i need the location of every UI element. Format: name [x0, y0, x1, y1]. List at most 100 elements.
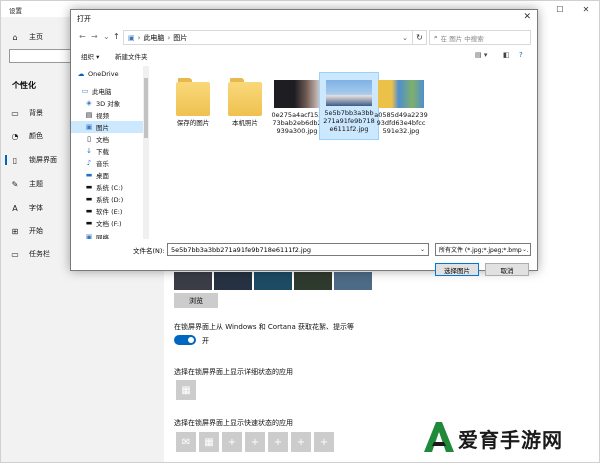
back-icon[interactable]: ← — [79, 32, 86, 41]
section-heading: 个性化 — [12, 81, 36, 90]
recent-locations-icon[interactable]: ⌄ — [103, 32, 110, 41]
file-name: 0e275a4acf152 73bab2eb6db2 939a300.jpg — [271, 111, 323, 135]
nav-item-desktop[interactable]: ▬ 桌面 — [85, 169, 109, 181]
calendar-icon[interactable]: ▦ — [176, 380, 196, 400]
organize-menu[interactable]: 组织 ▾ — [81, 51, 99, 61]
maximize-button[interactable]: ☐ — [547, 1, 573, 17]
image-file-item[interactable]: a0585d49a2239 93dfd63e4bfcc 591e32.jpg — [371, 80, 431, 135]
nav-item-music[interactable]: ♪ 音乐 — [85, 157, 109, 169]
nav-item-network[interactable]: ▣ 网络 — [85, 231, 109, 239]
nav-item-label: 文档 (F:) — [96, 220, 122, 228]
folder-item[interactable]: 保存的图片 — [163, 74, 223, 127]
scrollbar-thumb[interactable] — [144, 78, 148, 138]
search-icon: ⌕ — [434, 33, 438, 41]
start-icon: ⊞ — [11, 226, 19, 236]
nav-item-label: OneDrive — [88, 70, 119, 78]
calendar-icon[interactable]: ▦ — [199, 432, 219, 452]
file-list: 保存的图片 本机照片 0e275a4acf152 73bab2eb6db2 93… — [153, 66, 537, 239]
search-input[interactable]: ⌕ 在 图片 中搜索 — [429, 30, 531, 45]
background-thumb[interactable] — [334, 272, 372, 290]
file-name: 保存的图片 — [176, 119, 210, 127]
sidebar-item-label: 背景 — [29, 109, 43, 117]
nav-item-drive-d[interactable]: ▬ 系统 (D:) — [85, 193, 124, 205]
folder-icon — [176, 78, 210, 116]
cortana-tips-toggle[interactable] — [174, 335, 196, 345]
filename-value: 5e5b7bb3a3bb271a91fe9b718e6111f2.jpg — [171, 245, 311, 254]
browse-button[interactable]: 浏览 — [174, 293, 218, 308]
lock-screen-icon: ▯ — [12, 155, 18, 165]
nav-item-videos[interactable]: ▤ 视频 — [85, 109, 109, 121]
address-dropdown-icon[interactable]: ⌄ — [402, 34, 408, 42]
filename-input[interactable]: 5e5b7bb3a3bb271a91fe9b718e6111f2.jpg ⌄ — [167, 243, 429, 256]
add-app-button[interactable]: + — [268, 432, 288, 452]
sidebar-item-label: 主题 — [29, 180, 43, 188]
nav-item-onedrive[interactable]: ☁ OneDrive — [77, 68, 119, 80]
close-button[interactable]: ✕ — [573, 1, 599, 17]
refresh-icon[interactable]: ↻ — [413, 30, 427, 45]
background-thumb[interactable] — [214, 272, 252, 290]
home-label: 主页 — [29, 33, 43, 41]
nav-item-label: 3D 对象 — [96, 100, 121, 108]
nav-item-label: 音乐 — [96, 160, 109, 168]
close-icon[interactable]: ✕ — [523, 12, 531, 22]
help-icon[interactable]: ? — [519, 51, 523, 59]
mail-icon[interactable]: ✉ — [176, 432, 196, 452]
folder-item[interactable]: 本机照片 — [215, 74, 275, 127]
image-thumbnail — [326, 80, 372, 106]
nav-item-label: 文档 — [96, 136, 109, 144]
filename-label: 文件名(N): — [133, 247, 165, 255]
nav-item-this-pc[interactable]: ▭ 此电脑 — [81, 85, 112, 97]
navigation-bar: ← → ⌄ ↑ ▣ › 此电脑 › 图片 ⌄ ↻ ⌕ 在 图片 中搜索 — [71, 26, 537, 48]
nav-item-documents[interactable]: ▯ 文档 — [85, 133, 109, 145]
desktop-icon: ▬ — [85, 171, 93, 179]
add-app-button[interactable]: + — [314, 432, 334, 452]
nav-item-drive-e[interactable]: ▬ 软件 (E:) — [85, 205, 123, 217]
background-thumb[interactable] — [294, 272, 332, 290]
picture-icon: ▣ — [85, 123, 93, 131]
home-icon: ⌂ — [12, 32, 18, 42]
background-thumb[interactable] — [174, 272, 212, 290]
drive-icon: ▬ — [85, 219, 93, 227]
cancel-button[interactable]: 取消 — [485, 263, 529, 276]
search-placeholder: 在 图片 中搜索 — [440, 34, 484, 43]
view-options-icon[interactable]: ▤ ▾ — [475, 51, 487, 59]
file-name: a0585d49a2239 93dfd63e4bfcc 591e32.jpg — [374, 111, 428, 135]
nav-item-downloads[interactable]: ↓ 下载 — [85, 145, 109, 157]
breadcrumb-pictures[interactable]: 图片 — [173, 33, 187, 43]
image-file-item[interactable]: 5e5b7bb3a3bb 271a91fe9b718 e6111f2.jpg — [319, 72, 379, 140]
preview-pane-icon[interactable]: ◧ — [503, 51, 510, 59]
nav-item-drive-c[interactable]: ▬ 系统 (C:) — [85, 181, 123, 193]
nav-item-label: 桌面 — [96, 172, 109, 180]
chevron-down-icon[interactable]: ⌄ — [420, 246, 425, 253]
new-folder-button[interactable]: 新建文件夹 — [115, 51, 148, 61]
forward-icon[interactable]: → — [91, 32, 98, 41]
taskbar-icon: ▭ — [11, 249, 19, 259]
computer-icon: ▭ — [81, 87, 89, 95]
chevron-down-icon[interactable]: ⌄ — [521, 246, 527, 253]
picture-icon: ▣ — [128, 33, 135, 42]
file-name: 5e5b7bb3a3bb 271a91fe9b718 e6111f2.jpg — [323, 109, 375, 133]
sidebar-item-label: 任务栏 — [29, 250, 50, 258]
nav-scrollbar[interactable] — [143, 66, 149, 239]
up-icon[interactable]: ↑ — [113, 32, 120, 41]
add-app-button[interactable]: + — [245, 432, 265, 452]
drive-icon: ▬ — [85, 195, 93, 203]
nav-item-drive-f[interactable]: ▬ 文档 (F:) — [85, 217, 122, 229]
theme-icon: ✎ — [11, 179, 19, 189]
nav-item-3d-objects[interactable]: ◈ 3D 对象 — [85, 97, 120, 109]
nav-item-label: 软件 (E:) — [96, 208, 123, 216]
address-bar[interactable]: ▣ › 此电脑 › 图片 ⌄ — [123, 30, 413, 45]
open-file-dialog: 打开 ✕ ← → ⌄ ↑ ▣ › 此电脑 › 图片 ⌄ ↻ ⌕ 在 图片 中搜索… — [70, 9, 538, 276]
breadcrumb-this-pc[interactable]: 此电脑 — [143, 33, 164, 43]
add-app-button[interactable]: + — [222, 432, 242, 452]
background-thumb[interactable] — [254, 272, 292, 290]
nav-item-pictures[interactable]: ▣ 图片 — [71, 121, 143, 133]
image-file-item[interactable]: 0e275a4acf152 73bab2eb6db2 939a300.jpg — [267, 80, 327, 135]
palette-icon: ◔ — [11, 131, 19, 141]
nav-item-label: 网络 — [96, 234, 109, 239]
music-icon: ♪ — [86, 159, 92, 167]
video-icon: ▤ — [85, 111, 93, 119]
add-app-button[interactable]: + — [291, 432, 311, 452]
open-button[interactable]: 选择图片 — [435, 263, 479, 276]
filetype-select[interactable]: 所有文件 (*.jpg;*.jpeg;*.bmp;*. ⌄ — [435, 243, 531, 256]
